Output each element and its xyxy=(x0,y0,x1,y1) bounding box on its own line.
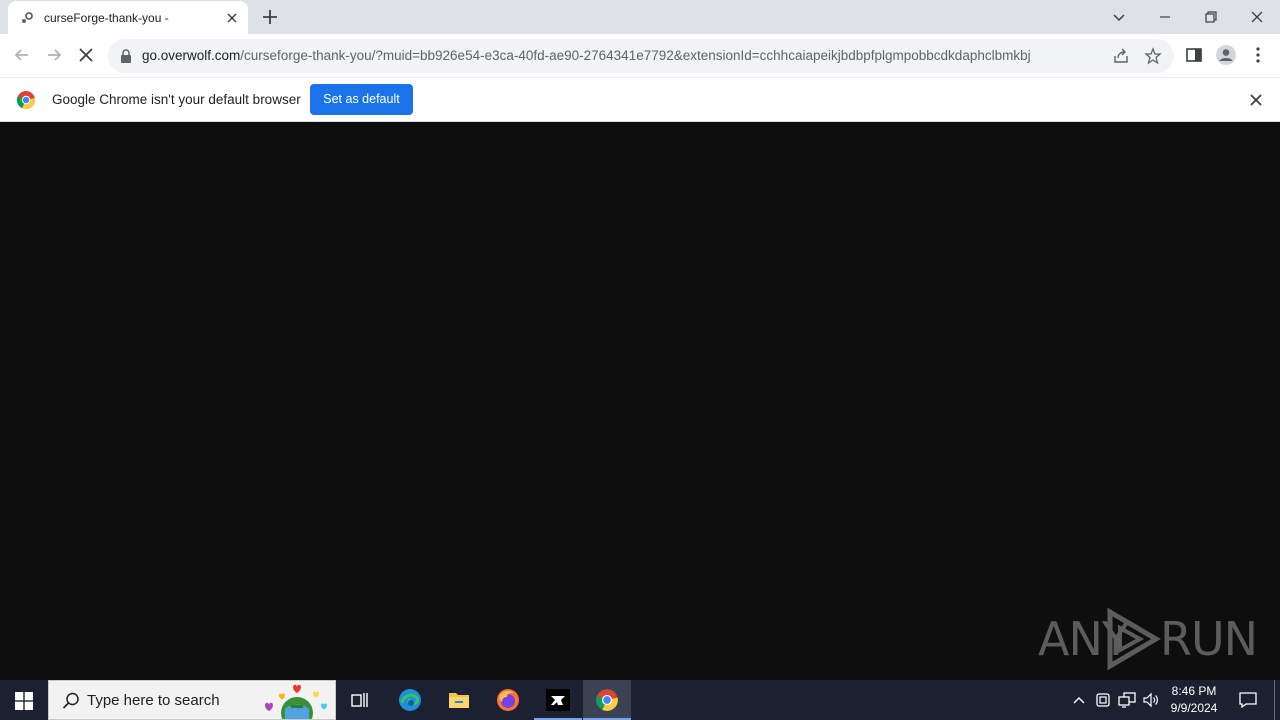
default-browser-infobar: Google Chrome isn't your default browser… xyxy=(0,77,1280,122)
lock-icon[interactable] xyxy=(120,49,132,63)
taskbar: Type here to search 8:46 PM 9/9/2024 xyxy=(0,680,1280,720)
watermark-play-logo xyxy=(1107,608,1161,670)
menu-kebab-icon[interactable] xyxy=(1248,45,1268,65)
network-icon[interactable] xyxy=(1118,691,1136,709)
url-host: go.overwolf.com xyxy=(142,48,241,63)
app-icon xyxy=(546,689,570,711)
tab-search-icon[interactable] xyxy=(1107,5,1131,29)
infobar-message: Google Chrome isn't your default browser xyxy=(52,92,301,107)
set-as-default-button[interactable]: Set as default xyxy=(310,84,413,115)
profile-icon[interactable] xyxy=(1215,44,1237,66)
window-close-icon[interactable] xyxy=(1245,5,1269,29)
tab-title: curseForge-thank-you - xyxy=(44,11,169,25)
bookmark-star-icon[interactable] xyxy=(1144,47,1162,65)
edge-icon xyxy=(399,689,421,711)
back-icon[interactable] xyxy=(12,45,32,65)
taskbar-search-box[interactable]: Type here to search xyxy=(48,680,336,720)
taskbar-edge[interactable] xyxy=(386,680,434,720)
url-path: /curseforge-thank-you/?muid=bb926e54-e3c… xyxy=(240,48,1031,63)
share-icon[interactable] xyxy=(1112,47,1130,65)
url-text[interactable]: go.overwolf.com/curseforge-thank-you/?mu… xyxy=(142,48,1031,63)
taskbar-file-explorer[interactable] xyxy=(435,680,483,720)
infobar-close-icon[interactable] xyxy=(1248,92,1264,108)
tray-app-icon[interactable] xyxy=(1095,691,1111,709)
firefox-icon xyxy=(497,689,519,711)
windows-start-icon xyxy=(15,692,33,710)
minimize-icon[interactable] xyxy=(1153,5,1177,29)
tab-strip: curseForge-thank-you - xyxy=(0,0,1280,34)
tray-date: 9/9/2024 xyxy=(1170,701,1218,715)
tray-time: 8:46 PM xyxy=(1171,684,1217,698)
task-view-button[interactable] xyxy=(336,680,384,720)
taskbar-app[interactable] xyxy=(534,680,582,720)
search-placeholder: Type here to search xyxy=(87,692,220,709)
notification-icon[interactable] xyxy=(1238,690,1258,710)
task-view-icon xyxy=(351,693,368,707)
forward-icon[interactable] xyxy=(44,45,64,65)
stop-loading-icon[interactable] xyxy=(76,45,96,65)
tray-clock[interactable]: 8:46 PM 9/9/2024 xyxy=(1160,683,1228,717)
browser-tab[interactable]: curseForge-thank-you - xyxy=(8,1,248,34)
start-button[interactable] xyxy=(0,680,48,720)
taskbar-firefox[interactable] xyxy=(484,680,532,720)
tray-chevron-icon[interactable] xyxy=(1071,692,1087,708)
tab-close-icon[interactable] xyxy=(224,10,240,26)
anyrun-watermark: ANY RUN xyxy=(1038,606,1258,674)
restore-icon[interactable] xyxy=(1199,5,1223,29)
search-icon xyxy=(62,692,79,709)
page-content xyxy=(0,122,1280,680)
favicon xyxy=(22,12,33,23)
show-desktop-divider[interactable] xyxy=(1274,680,1275,720)
chrome-icon xyxy=(595,689,618,711)
browser-toolbar: go.overwolf.com/curseforge-thank-you/?mu… xyxy=(0,34,1280,77)
new-tab-icon[interactable] xyxy=(260,7,280,27)
side-panel-icon[interactable] xyxy=(1184,45,1204,65)
watermark-text-right: RUN xyxy=(1160,612,1258,666)
search-highlight-illustration xyxy=(265,684,327,719)
taskbar-chrome[interactable] xyxy=(583,680,631,720)
chrome-logo-icon xyxy=(16,91,36,110)
address-bar[interactable]: go.overwolf.com/curseforge-thank-you/?mu… xyxy=(108,39,1174,73)
file-explorer-icon xyxy=(449,693,469,708)
volume-icon[interactable] xyxy=(1142,691,1160,709)
